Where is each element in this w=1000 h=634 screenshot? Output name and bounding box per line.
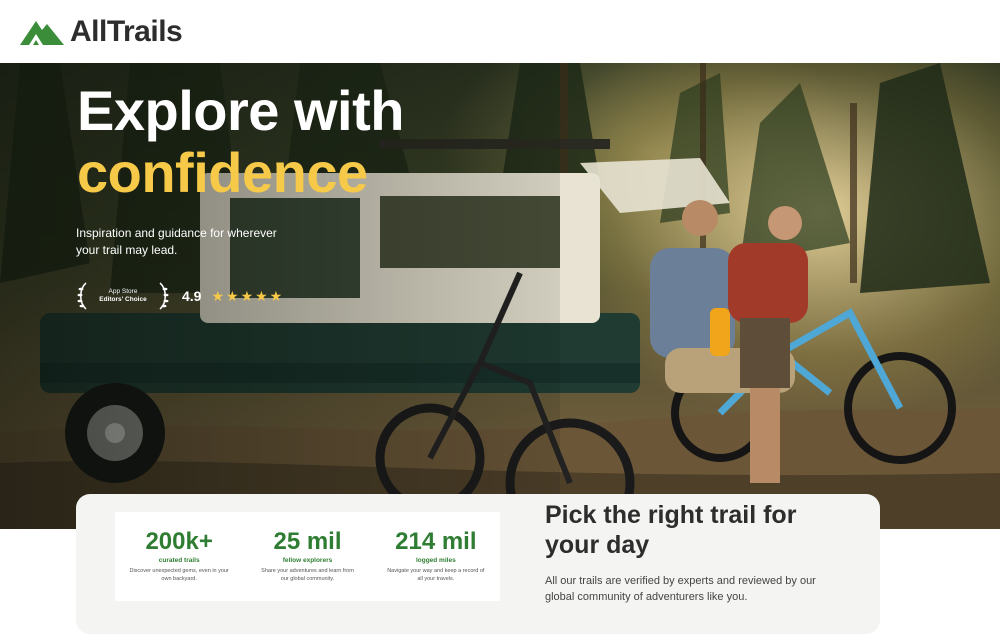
stat-description: Share your adventures and learn from our… — [261, 568, 354, 582]
stat-value: 200k+ — [145, 528, 213, 555]
editors-choice-badge: App Store Editors' Choice — [98, 288, 148, 304]
headline-line-2: confidence — [77, 141, 368, 204]
site-header: AllTrails — [0, 0, 1000, 63]
stat-description: Discover unexpected gems, even in your o… — [129, 568, 229, 582]
stat-description: Navigate your way and keep a record of a… — [387, 568, 485, 582]
logo-text: AllTrails — [70, 14, 183, 48]
app-rating: 4.9 — [182, 288, 202, 304]
stat-miles: 214 mil logged miles Navigate your way a… — [372, 512, 500, 601]
mountain-logo-icon — [20, 20, 64, 45]
stat-value: 214 mil — [395, 528, 477, 555]
hero-headline: Explore with confidence — [77, 80, 404, 204]
alltrails-logo[interactable]: AllTrails — [20, 14, 183, 49]
stat-label: curated trails — [158, 557, 200, 564]
laurel-right-icon — [158, 281, 170, 311]
stat-explorers: 25 mil fellow explorers Share your adven… — [243, 512, 371, 601]
hero-subtext: Inspiration and guidance for wherever yo… — [76, 226, 277, 257]
section-title: Pick the right trail for your day — [545, 501, 797, 559]
section-description: All our trails are verified by experts a… — [545, 575, 816, 603]
stats-card: 200k+ curated trails Discover unexpected… — [115, 512, 500, 601]
stat-label: fellow explorers — [282, 557, 333, 564]
badge-line-1: App Store — [108, 288, 138, 295]
stat-trails: 200k+ curated trails Discover unexpected… — [115, 512, 243, 601]
stat-value: 25 mil — [273, 528, 342, 555]
laurel-left-icon — [76, 281, 88, 311]
headline-line-1: Explore with — [77, 79, 404, 142]
stat-label: logged miles — [415, 557, 456, 564]
badge-line-2: Editors' Choice — [99, 296, 147, 303]
app-store-award: App Store Editors' Choice 4.9 ★★★★★ — [76, 281, 284, 311]
star-rating-icon: ★★★★★ — [211, 287, 285, 304]
